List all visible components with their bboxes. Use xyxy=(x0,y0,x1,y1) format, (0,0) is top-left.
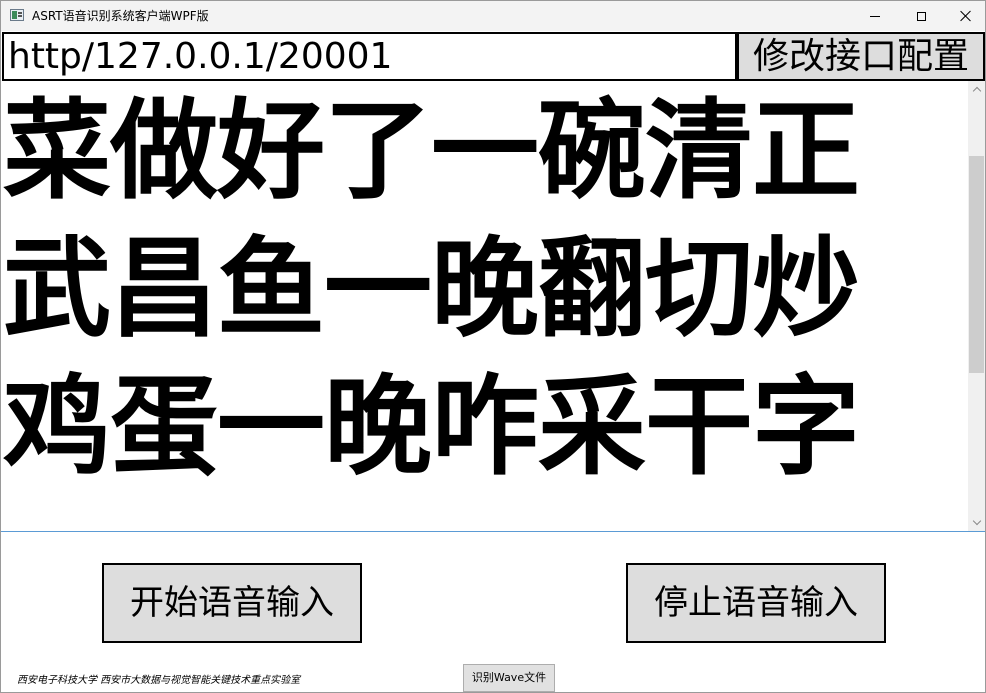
scroll-thumb[interactable] xyxy=(969,156,984,373)
close-button[interactable] xyxy=(943,1,985,31)
scroll-down-button[interactable] xyxy=(968,514,985,531)
window-title: ASRT语音识别系统客户端WPF版 xyxy=(32,9,209,23)
footer-credits: 西安电子科技大学 西安市大数据与视觉智能关键技术重点实验室 xyxy=(17,675,301,686)
minimize-button[interactable] xyxy=(852,1,898,31)
api-url-input[interactable] xyxy=(2,32,737,81)
start-voice-input-button[interactable]: 开始语音输入 xyxy=(102,563,362,643)
maximize-icon xyxy=(916,11,926,21)
chevron-up-icon xyxy=(972,86,981,96)
recognition-result-text: 菜做好了一碗清正武昌鱼一晚翻切炒鸡蛋一晚咋采干字 xyxy=(3,89,860,490)
result-scrollbar[interactable] xyxy=(968,81,985,531)
app-window-icon xyxy=(10,9,24,21)
chevron-down-icon xyxy=(972,516,981,526)
recognize-wave-file-button[interactable]: 识别Wave文件 xyxy=(463,664,555,692)
recognition-result-textbox[interactable]: 菜做好了一碗清正武昌鱼一晚翻切炒鸡蛋一晚咋采干字 xyxy=(1,81,985,532)
modify-config-button[interactable]: 修改接口配置 xyxy=(737,32,985,81)
scroll-up-button[interactable] xyxy=(968,81,985,98)
title-bar[interactable]: ASRT语音识别系统客户端WPF版 xyxy=(1,1,985,31)
maximize-button[interactable] xyxy=(898,1,944,31)
close-icon xyxy=(960,10,972,22)
app-window: ASRT语音识别系统客户端WPF版 修改接口配置 菜做好了一碗清正武昌鱼一晚翻切… xyxy=(0,0,986,693)
minimize-icon xyxy=(870,15,880,17)
stop-voice-input-button[interactable]: 停止语音输入 xyxy=(626,563,886,643)
